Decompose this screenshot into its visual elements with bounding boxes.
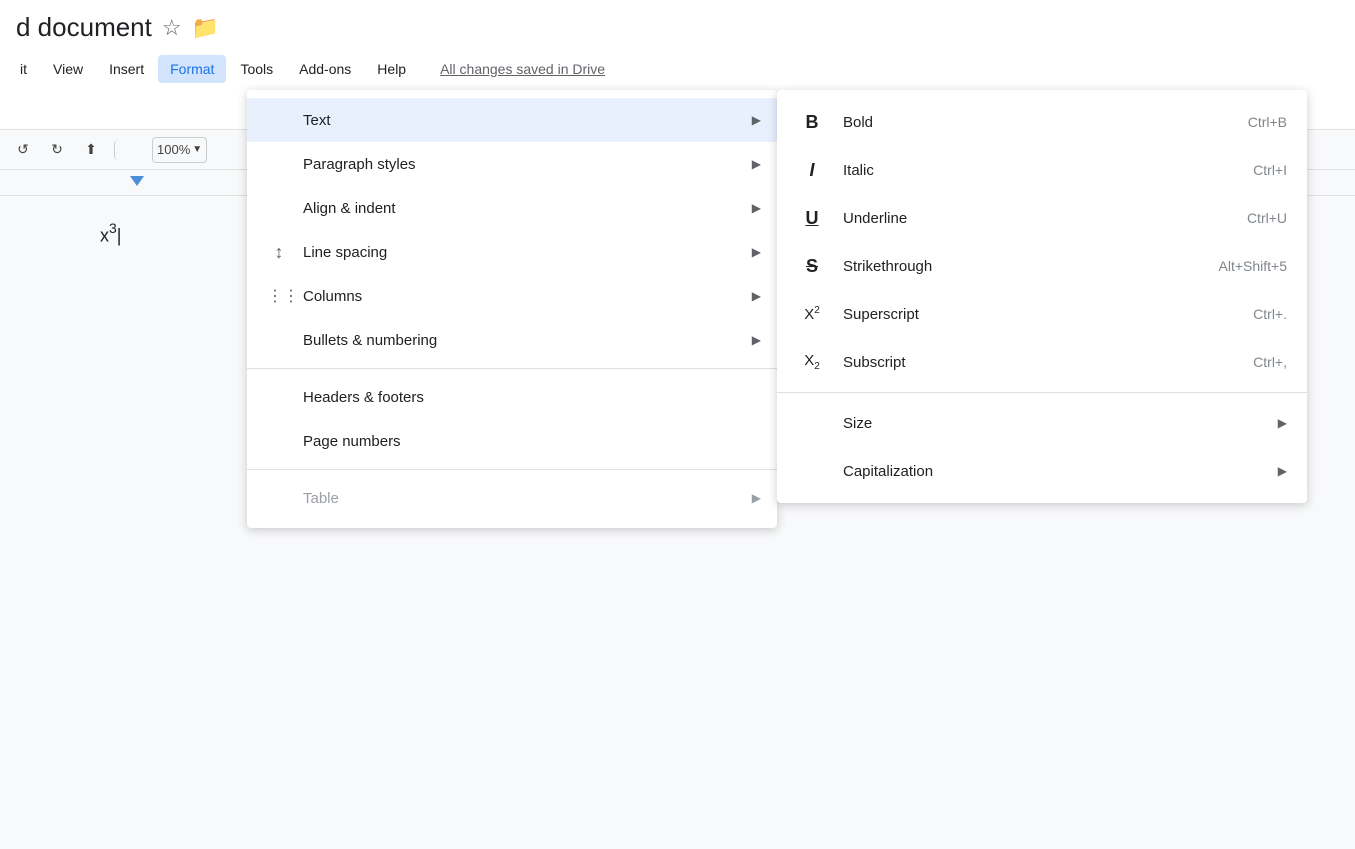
- table-menu-label: Table: [303, 490, 339, 507]
- superscript-indicator: x3|: [100, 220, 121, 247]
- text-submenu-superscript[interactable]: X2 Superscript Ctrl+.: [777, 290, 1307, 338]
- superscript-icon: X2: [797, 305, 827, 323]
- underline-shortcut: Ctrl+U: [1247, 210, 1287, 226]
- base-char: x: [100, 225, 109, 245]
- strikethrough-shortcut: Alt+Shift+5: [1219, 258, 1288, 274]
- menu-item-insert[interactable]: Insert: [97, 55, 156, 83]
- columns-menu-label: Columns: [303, 288, 362, 305]
- paragraph-arrow-icon: ▶: [752, 157, 761, 171]
- menu-item-view[interactable]: View: [41, 55, 95, 83]
- submenu-divider: [777, 392, 1307, 393]
- columns-icon: ⋮⋮: [267, 286, 291, 306]
- zoom-control[interactable]: 100% ▼: [152, 137, 207, 163]
- text-submenu-underline[interactable]: U Underline Ctrl+U: [777, 194, 1307, 242]
- format-menu-headers[interactable]: Headers & footers: [247, 375, 777, 419]
- bold-label: Bold: [843, 114, 873, 131]
- format-menu-paragraph[interactable]: Paragraph styles ▶: [247, 142, 777, 186]
- menu-divider-2: [247, 469, 777, 470]
- toolbar-divider1: [114, 140, 144, 160]
- align-menu-label: Align & indent: [303, 200, 396, 217]
- toolbar-paint[interactable]: ⬆: [76, 135, 106, 165]
- italic-shortcut: Ctrl+I: [1253, 162, 1287, 178]
- saved-status: All changes saved in Drive: [440, 61, 605, 77]
- document-title: d document: [16, 12, 152, 43]
- format-menu-columns[interactable]: ⋮⋮ Columns ▶: [247, 274, 777, 318]
- linespacing-arrow-icon: ▶: [752, 245, 761, 259]
- size-label: Size: [843, 415, 872, 432]
- subscript-label: Subscript: [843, 354, 906, 371]
- superscript-label: Superscript: [843, 306, 919, 323]
- toolbar-undo[interactable]: ↺: [8, 135, 38, 165]
- menu-item-addons[interactable]: Add-ons: [287, 55, 363, 83]
- superscript-shortcut: Ctrl+.: [1253, 306, 1287, 322]
- strikethrough-icon: S: [797, 256, 827, 277]
- format-menu-text[interactable]: Text ▶: [247, 98, 777, 142]
- format-menu-bullets[interactable]: Bullets & numbering ▶: [247, 318, 777, 362]
- text-menu-label: Text: [303, 112, 331, 129]
- capitalization-label: Capitalization: [843, 463, 933, 480]
- menu-item-it[interactable]: it: [8, 55, 39, 83]
- linespacing-menu-label: Line spacing: [303, 244, 387, 261]
- subscript-shortcut: Ctrl+,: [1253, 354, 1287, 370]
- bullets-menu-label: Bullets & numbering: [303, 332, 437, 349]
- cursor-bar: |: [117, 225, 122, 245]
- bold-icon: B: [797, 112, 827, 133]
- underline-icon: U: [797, 208, 827, 229]
- menu-item-tools[interactable]: Tools: [228, 55, 285, 83]
- text-submenu-italic[interactable]: I Italic Ctrl+I: [777, 146, 1307, 194]
- bold-shortcut: Ctrl+B: [1248, 114, 1287, 130]
- paragraph-menu-label: Paragraph styles: [303, 156, 416, 173]
- italic-icon: I: [797, 160, 827, 181]
- text-submenu-bold[interactable]: B Bold Ctrl+B: [777, 98, 1307, 146]
- menu-divider-1: [247, 368, 777, 369]
- italic-label: Italic: [843, 162, 874, 179]
- menu-item-format[interactable]: Format: [158, 55, 226, 83]
- toolbar-redo[interactable]: ↻: [42, 135, 72, 165]
- underline-label: Underline: [843, 210, 907, 227]
- linespacing-icon: ↕: [267, 242, 291, 263]
- bullets-arrow-icon: ▶: [752, 333, 761, 347]
- text-submenu-capitalization[interactable]: Capitalization ▶: [777, 447, 1307, 495]
- size-arrow-icon: ▶: [1278, 416, 1287, 430]
- capitalization-arrow-icon: ▶: [1278, 464, 1287, 478]
- format-menu: Text ▶ Paragraph styles ▶ Align & indent…: [247, 90, 777, 528]
- title-row: d document ☆ 📁: [0, 0, 1355, 47]
- zoom-arrow: ▼: [192, 144, 202, 155]
- subscript-icon: X2: [797, 352, 827, 372]
- text-submenu-size[interactable]: Size ▶: [777, 399, 1307, 447]
- strikethrough-label: Strikethrough: [843, 258, 932, 275]
- format-menu-table[interactable]: Table ▶: [247, 476, 777, 520]
- format-menu-align[interactable]: Align & indent ▶: [247, 186, 777, 230]
- folder-icon[interactable]: 📁: [192, 15, 219, 41]
- text-submenu-subscript[interactable]: X2 Subscript Ctrl+,: [777, 338, 1307, 386]
- menu-item-help[interactable]: Help: [365, 55, 418, 83]
- text-submenu: B Bold Ctrl+B I Italic Ctrl+I U Underlin…: [777, 90, 1307, 503]
- pagenumbers-menu-label: Page numbers: [303, 433, 401, 450]
- format-menu-pagenumbers[interactable]: Page numbers: [247, 419, 777, 463]
- format-menu-linespacing[interactable]: ↕ Line spacing ▶: [247, 230, 777, 274]
- text-submenu-strikethrough[interactable]: S Strikethrough Alt+Shift+5: [777, 242, 1307, 290]
- star-icon[interactable]: ☆: [162, 15, 182, 41]
- columns-arrow-icon: ▶: [752, 289, 761, 303]
- align-arrow-icon: ▶: [752, 201, 761, 215]
- headers-menu-label: Headers & footers: [303, 389, 424, 406]
- superscript-char: 3: [109, 220, 117, 236]
- zoom-value: 100%: [157, 142, 190, 157]
- table-arrow-icon: ▶: [752, 491, 761, 505]
- menu-bar: it View Insert Format Tools Add-ons Help…: [0, 47, 1355, 91]
- text-arrow-icon: ▶: [752, 113, 761, 127]
